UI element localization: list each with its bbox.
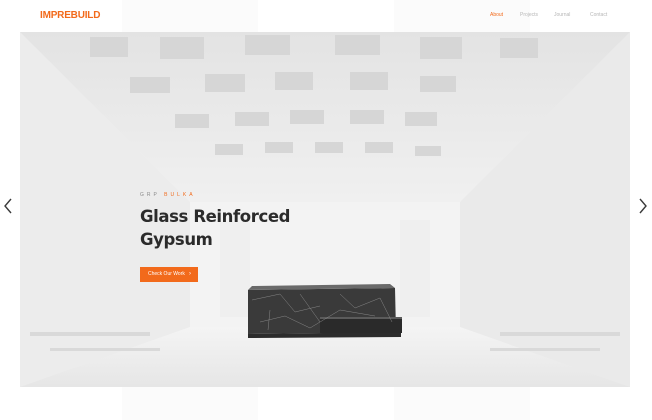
check-our-work-button[interactable]: Check Our Work ›	[140, 267, 198, 282]
nav-item-projects[interactable]: Projects	[520, 12, 538, 18]
hero-kicker-accent: BULKA	[164, 192, 196, 198]
hero-kicker-prefix: GRP	[140, 192, 160, 198]
hero-kicker: GRP BULKA	[140, 192, 196, 198]
chevron-right-icon	[639, 198, 647, 214]
nav-item-journal[interactable]: Journal	[554, 12, 570, 18]
hero-title-line2: Gypsum	[140, 230, 213, 249]
site-logo[interactable]: IMPREBUILD	[40, 10, 100, 22]
nav-item-about[interactable]: About	[490, 12, 503, 18]
hero-title: Glass Reinforced Gypsum	[140, 205, 340, 251]
nav-item-contact[interactable]: Contact	[590, 12, 607, 18]
cta-label: Check Our Work	[148, 271, 185, 277]
next-slide-button[interactable]	[637, 196, 649, 216]
chevron-left-icon	[4, 198, 12, 214]
chevron-right-small-icon: ›	[189, 271, 191, 277]
site-header: IMPREBUILD About Projects Journal Contac…	[0, 0, 652, 32]
prev-slide-button[interactable]	[2, 196, 14, 216]
hero-slider: GRP BULKA Glass Reinforced Gypsum Check …	[20, 32, 630, 387]
hero-title-line1: Glass Reinforced	[140, 207, 291, 226]
